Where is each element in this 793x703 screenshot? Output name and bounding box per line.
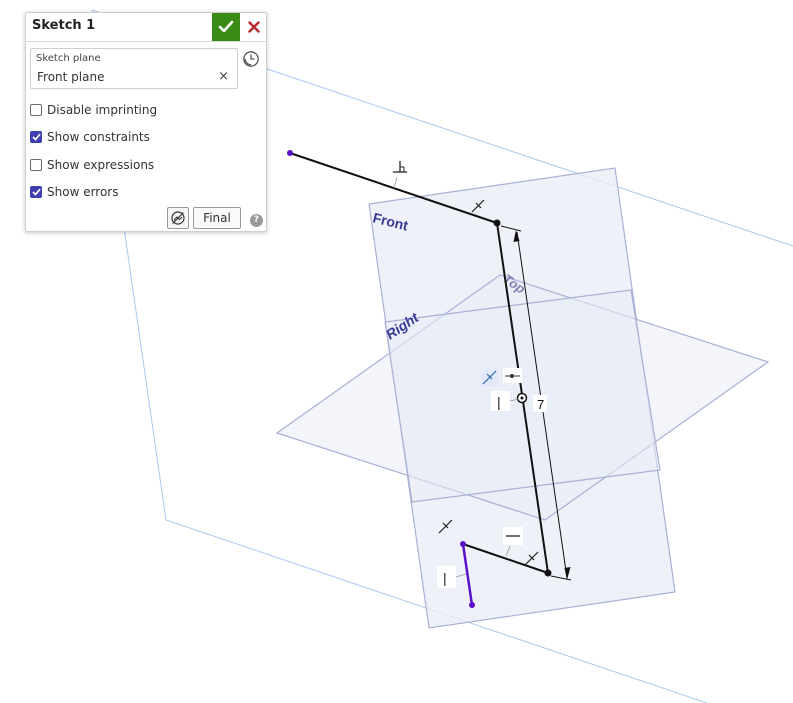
show-expressions-checkbox[interactable] [30, 159, 42, 171]
sketch-point[interactable] [493, 219, 501, 227]
sketch-display-icon [171, 211, 185, 225]
show-expressions-label: Show expressions [47, 158, 155, 172]
checkmark-icon [31, 133, 41, 141]
dialog-title: Sketch 1 [32, 18, 96, 33]
sketch-feature-dialog: Sketch 1 Sketch plane Front plane × Disa… [25, 12, 267, 232]
svg-text:|: | [443, 570, 447, 586]
clear-selection-button[interactable]: × [218, 70, 229, 83]
disable-imprinting-label: Disable imprinting [47, 103, 158, 117]
sketch-point[interactable] [469, 602, 475, 608]
show-constraints-label: Show constraints [47, 130, 150, 144]
show-expressions-option[interactable]: Show expressions [30, 157, 154, 173]
show-constraints-option[interactable]: Show constraints [30, 129, 150, 145]
sketch-point[interactable] [287, 150, 293, 156]
disable-imprinting-option[interactable]: Disable imprinting [30, 102, 157, 118]
sketch-plane-value: Front plane [37, 70, 105, 84]
sketch-point[interactable] [460, 541, 466, 547]
checkmark-icon [31, 188, 41, 196]
sketch-plane-field[interactable]: Sketch plane Front plane × [30, 48, 238, 89]
help-icon[interactable]: ? [250, 214, 263, 227]
accept-button[interactable] [212, 13, 240, 41]
clock-icon[interactable] [242, 50, 260, 68]
perpendicular-constraint-icon[interactable] [391, 158, 409, 176]
sketch-display-button[interactable] [167, 207, 189, 229]
show-errors-option[interactable]: Show errors [30, 184, 119, 200]
cancel-button[interactable] [244, 13, 264, 41]
dialog-header: Sketch 1 [26, 13, 266, 42]
sketch-point[interactable] [544, 569, 552, 577]
horizontal-constraint-icon[interactable] [503, 527, 523, 545]
check-icon [218, 20, 234, 33]
vertical-constraint-icon[interactable]: | [491, 391, 510, 411]
coincident-constraint-icon[interactable] [481, 369, 498, 386]
final-button[interactable]: Final [193, 207, 241, 229]
svg-text:|: | [497, 394, 501, 410]
show-errors-label: Show errors [47, 185, 119, 199]
show-constraints-checkbox[interactable] [30, 131, 42, 143]
midpoint-marker-dot [520, 396, 524, 400]
dimension-value[interactable]: 7 [537, 397, 544, 412]
sketch-plane-label: Sketch plane [36, 53, 101, 64]
constraint-leader [393, 176, 398, 189]
close-icon [248, 21, 260, 33]
show-errors-checkbox[interactable] [30, 186, 42, 198]
midpoint-constraint-icon[interactable] [503, 368, 522, 383]
disable-imprinting-checkbox[interactable] [30, 104, 42, 116]
vertical-constraint-icon[interactable]: | [437, 566, 456, 588]
